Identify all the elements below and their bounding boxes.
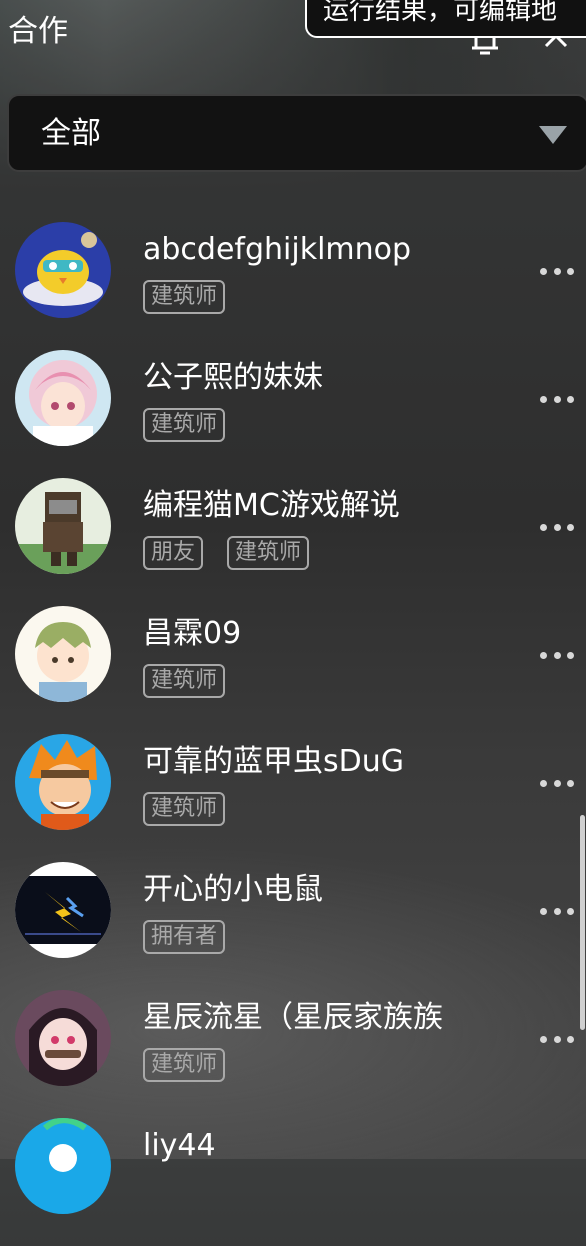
role-tag: 建筑师 (143, 792, 226, 826)
role-tags: 拥有者 (143, 920, 226, 956)
lightning-avatar-icon (15, 862, 111, 958)
member-name: liy44 (143, 1128, 216, 1163)
orange-hair-boy-avatar-icon (15, 734, 111, 830)
chick-avatar-icon (15, 222, 111, 318)
dropdown-arrow-icon (539, 126, 567, 144)
member-name: 开心的小电鼠 (143, 872, 323, 907)
more-options-icon[interactable] (540, 906, 574, 916)
list-item[interactable]: abcdefghijklmnop 建筑师 (0, 222, 586, 350)
role-tag: 建筑师 (143, 408, 226, 442)
blue-avatar-icon (15, 1118, 111, 1214)
role-tag: 拥有者 (143, 920, 226, 954)
avatar[interactable] (15, 478, 111, 574)
scrollbar[interactable] (580, 815, 585, 1030)
role-tags: 朋友 建筑师 (143, 536, 310, 572)
page-title: 合作 (8, 14, 68, 49)
list-item[interactable]: 开心的小电鼠 拥有者 (0, 862, 586, 990)
member-name: 可靠的蓝甲虫sDuG (143, 744, 404, 779)
list-item[interactable]: liy44 (0, 1118, 586, 1246)
role-tags: 建筑师 (143, 792, 226, 828)
list-item[interactable]: 可靠的蓝甲虫sDuG 建筑师 (0, 734, 586, 862)
role-tags: 建筑师 (143, 280, 226, 316)
more-options-icon[interactable] (540, 522, 574, 532)
more-options-icon[interactable] (540, 1034, 574, 1044)
pixel-warrior-avatar-icon (15, 478, 111, 574)
more-options-icon[interactable] (540, 650, 574, 660)
list-item[interactable]: 公子熙的妹妹 建筑师 (0, 350, 586, 478)
green-hair-boy-avatar-icon (15, 606, 111, 702)
role-tag: 建筑师 (227, 536, 310, 570)
avatar[interactable] (15, 1118, 111, 1214)
avatar[interactable] (15, 734, 111, 830)
avatar[interactable] (15, 862, 111, 958)
member-name: 昌霖09 (143, 616, 242, 651)
avatar[interactable] (15, 350, 111, 446)
filter-dropdown[interactable]: 全部 (7, 94, 586, 172)
avatar[interactable] (15, 606, 111, 702)
pink-hair-girl-avatar-icon (15, 350, 111, 446)
toast-message: 运行结果，可编辑地 (305, 0, 586, 38)
role-tag: 建筑师 (143, 280, 226, 314)
filter-selected-label: 全部 (41, 116, 101, 151)
role-tag: 朋友 (143, 536, 204, 570)
role-tags: 建筑师 (143, 408, 226, 444)
member-name: 公子熙的妹妹 (143, 360, 323, 395)
member-name: 星辰流星（星辰家族族 (143, 1000, 443, 1035)
role-tags: 建筑师 (143, 1048, 226, 1084)
member-name: abcdefghijklmnop (143, 232, 412, 267)
more-options-icon[interactable] (540, 394, 574, 404)
role-tags: 建筑师 (143, 664, 226, 700)
demon-girl-avatar-icon (15, 990, 111, 1086)
avatar[interactable] (15, 990, 111, 1086)
more-options-icon[interactable] (540, 266, 574, 276)
role-tag: 建筑师 (143, 664, 226, 698)
more-options-icon[interactable] (540, 778, 574, 788)
list-item[interactable]: 星辰流星（星辰家族族 建筑师 (0, 990, 586, 1118)
role-tag: 建筑师 (143, 1048, 226, 1082)
member-name: 编程猫MC游戏解说 (143, 488, 400, 523)
avatar[interactable] (15, 222, 111, 318)
list-item[interactable]: 编程猫MC游戏解说 朋友 建筑师 (0, 478, 586, 606)
list-item[interactable]: 昌霖09 建筑师 (0, 606, 586, 734)
